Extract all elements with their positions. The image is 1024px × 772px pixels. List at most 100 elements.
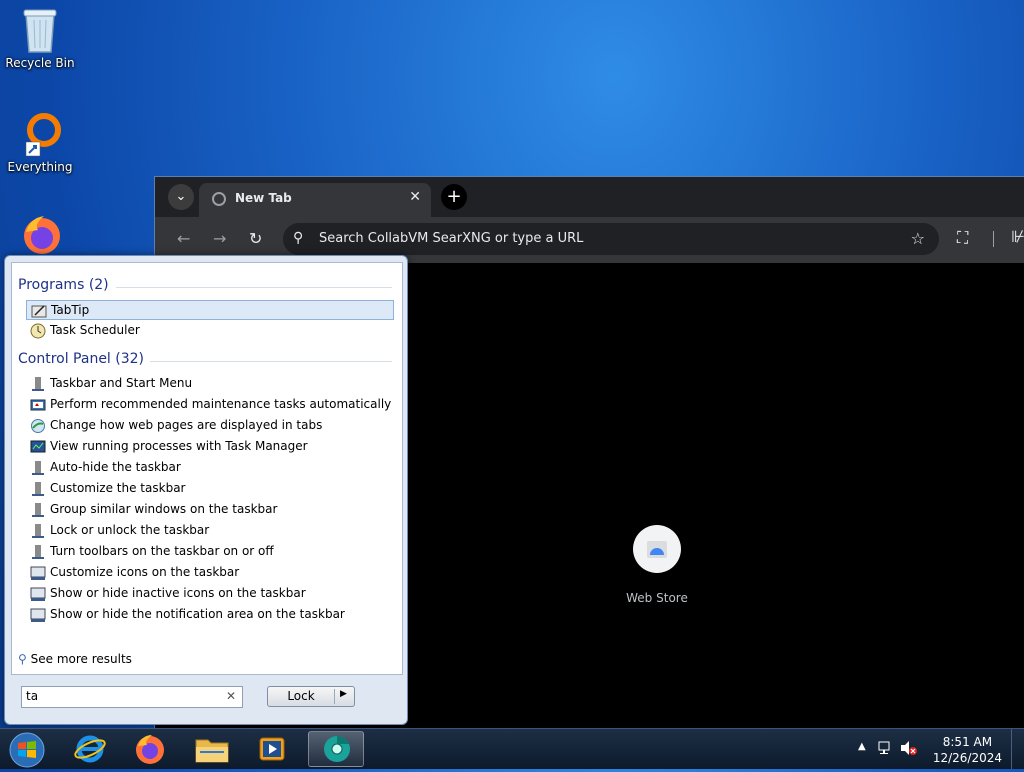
see-more-results-link[interactable]: ⚲ See more results (18, 652, 132, 666)
firefox-icon (24, 216, 60, 254)
result-item-tabtip[interactable]: TabTip (26, 300, 394, 320)
clock-time: 8:51 AM (942, 735, 993, 749)
result-item-auto-hide-taskbar[interactable]: Auto-hide the taskbar (26, 458, 394, 478)
result-item-inactive-icons[interactable]: Show or hide inactive icons on the taskb… (26, 584, 394, 604)
power-button[interactable]: Lock ▶ (267, 686, 355, 707)
magnifier-icon: ⚲ (18, 652, 27, 666)
result-label: Turn toolbars on the taskbar on or off (50, 544, 274, 558)
result-item-task-scheduler[interactable]: Task Scheduler (26, 321, 394, 341)
desktop-icon-label: Everything (7, 160, 73, 174)
folder-icon (195, 739, 229, 763)
bookmark-star-icon[interactable]: ☆ (911, 229, 925, 248)
taskbar-item-media-player[interactable] (244, 731, 300, 767)
tab-search-button[interactable]: ⌄ (168, 184, 194, 210)
result-label: Auto-hide the taskbar (50, 460, 181, 474)
result-item-task-manager[interactable]: View running processes with Task Manager (26, 437, 394, 457)
result-item-lock-taskbar[interactable]: Lock or unlock the taskbar (26, 521, 394, 541)
tab-strip: ⌄ New Tab ✕ + (155, 177, 1024, 217)
toolbar-divider (993, 231, 994, 247)
result-item-toolbars-on-taskbar[interactable]: Turn toolbars on the taskbar on or off (26, 542, 394, 562)
notification-area-icon (30, 587, 46, 601)
labs-flask-icon[interactable]: ⊮ (1011, 227, 1024, 246)
power-button-label: Lock (287, 689, 315, 703)
result-label: Customize the taskbar (50, 481, 186, 495)
desktop-icon-label: Recycle Bin (5, 56, 75, 70)
tab-new-tab[interactable]: New Tab ✕ (199, 183, 431, 217)
chrome-icon (324, 736, 350, 762)
globe-icon (212, 192, 226, 206)
internet-explorer-icon (74, 735, 106, 763)
power-options-arrow-icon[interactable]: ▶ (340, 689, 347, 699)
show-desktop-button[interactable] (1011, 729, 1024, 769)
clock-icon (30, 323, 46, 339)
extensions-icon[interactable]: ⛶ (957, 228, 968, 248)
result-label: Taskbar and Start Menu (50, 376, 193, 390)
desktop-icon-recycle-bin[interactable]: Recycle Bin (2, 6, 78, 70)
search-results-panel: Programs (2) TabTip Task Scheduler Contr… (11, 262, 403, 675)
result-item-maintenance[interactable]: Perform recommended maintenance tasks au… (26, 395, 394, 415)
everything-icon (25, 113, 61, 157)
network-icon[interactable] (878, 740, 894, 756)
notification-area-icon (30, 566, 46, 580)
new-tab-button[interactable]: + (441, 184, 467, 210)
taskbar-settings-icon (32, 482, 44, 496)
search-icon: ⚲ (293, 230, 304, 246)
result-label: Show or hide the notification area on th… (50, 607, 345, 621)
reload-icon[interactable]: ↻ (249, 229, 262, 248)
result-label: Group similar windows on the taskbar (50, 502, 278, 516)
shortcut-label: Web Store (626, 591, 688, 605)
result-item-group-similar-windows[interactable]: Group similar windows on the taskbar (26, 500, 394, 520)
result-label: View running processes with Task Manager (50, 439, 308, 453)
taskbar-settings-icon (32, 524, 44, 538)
result-item-customize-taskbar[interactable]: Customize the taskbar (26, 479, 394, 499)
result-label: Task Scheduler (50, 323, 140, 337)
desktop-icon-firefox[interactable] (2, 212, 78, 260)
see-more-label: See more results (30, 652, 132, 666)
internet-options-icon (31, 419, 45, 433)
tab-title: New Tab (235, 191, 292, 205)
result-item-notification-area[interactable]: Show or hide the notification area on th… (26, 605, 394, 625)
taskbar-item-internet-explorer[interactable] (62, 731, 118, 767)
shortcut-web-store[interactable]: Web Store (626, 525, 688, 605)
taskbar-settings-icon (32, 377, 44, 391)
taskbar-item-file-explorer[interactable] (184, 731, 240, 767)
volume-muted-icon[interactable] (900, 740, 918, 756)
chevron-down-icon: ⌄ (175, 189, 187, 204)
result-item-web-pages-tabs[interactable]: Change how web pages are displayed in ta… (26, 416, 394, 436)
taskbar-settings-icon (32, 545, 44, 559)
windows-orb-icon (9, 732, 45, 768)
taskbar-item-firefox[interactable] (122, 731, 178, 767)
back-icon[interactable]: ← (177, 229, 190, 248)
clock-date: 12/26/2024 (932, 751, 1002, 765)
address-bar[interactable]: ⚲ Search CollabVM SearXNG or type a URL … (283, 223, 939, 255)
start-menu: Programs (2) TabTip Task Scheduler Contr… (4, 255, 408, 725)
result-label: Perform recommended maintenance tasks au… (50, 397, 392, 411)
result-item-customize-icons[interactable]: Customize icons on the taskbar (26, 563, 394, 583)
notification-area: ▲ 8:51 AM 12/26/2024 (854, 729, 1024, 769)
result-label: Change how web pages are displayed in ta… (50, 418, 323, 432)
task-manager-icon (30, 440, 46, 453)
web-store-icon (633, 525, 681, 573)
system-clock[interactable]: 8:51 AM 12/26/2024 (933, 734, 1002, 766)
programs-header: Programs (2) (18, 277, 109, 293)
close-icon[interactable]: ✕ (409, 189, 421, 205)
start-search-box[interactable]: ✕ (21, 686, 243, 708)
clear-search-icon[interactable]: ✕ (226, 689, 236, 703)
taskbar: ▲ 8:51 AM 12/26/2024 (0, 728, 1024, 769)
firefox-icon (136, 735, 164, 764)
desktop-icon-everything[interactable]: Everything (2, 112, 78, 174)
result-item-taskbar-and-start-menu[interactable]: Taskbar and Start Menu (26, 374, 394, 394)
taskbar-item-chrome[interactable] (308, 731, 364, 767)
media-player-icon (259, 737, 285, 761)
pen-tablet-icon (31, 305, 47, 318)
section-divider (116, 287, 392, 288)
result-label: Lock or unlock the taskbar (50, 523, 210, 537)
taskbar-settings-icon (32, 503, 44, 517)
show-hidden-icons-icon[interactable]: ▲ (858, 741, 866, 752)
start-button[interactable] (0, 731, 54, 768)
forward-icon[interactable]: → (213, 229, 226, 248)
result-label: Customize icons on the taskbar (50, 565, 240, 579)
taskbar-settings-icon (32, 461, 44, 475)
search-input[interactable] (22, 687, 216, 705)
address-bar-placeholder: Search CollabVM SearXNG or type a URL (319, 231, 584, 246)
